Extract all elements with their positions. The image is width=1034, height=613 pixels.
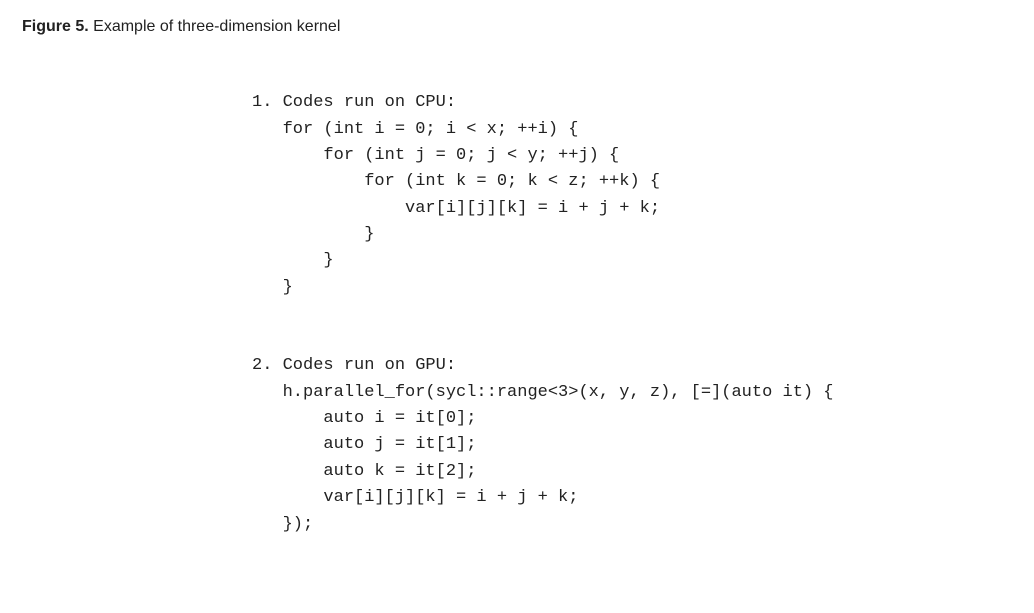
section2-title: 2. Codes run on GPU: — [252, 356, 456, 375]
code-line: }); — [252, 515, 313, 534]
code-line: } — [252, 278, 293, 297]
code-block: 1. Codes run on CPU: for (int i = 0; i <… — [252, 64, 1012, 538]
code-line: var[i][j][k] = i + j + k; — [252, 199, 660, 218]
code-line: for (int j = 0; j < y; ++j) { — [252, 146, 619, 165]
section-spacer — [252, 301, 1012, 327]
figure-caption: Figure 5. Example of three-dimension ker… — [22, 18, 1012, 36]
code-line: auto i = it[0]; — [252, 409, 476, 428]
code-line: } — [252, 225, 374, 244]
code-line: for (int k = 0; k < z; ++k) { — [252, 172, 660, 191]
code-line: var[i][j][k] = i + j + k; — [252, 488, 578, 507]
code-line: auto j = it[1]; — [252, 435, 476, 454]
section1-title: 1. Codes run on CPU: — [252, 93, 456, 112]
figure-label: Figure 5. — [22, 18, 89, 35]
figure-caption-text: Example of three-dimension kernel — [93, 18, 340, 35]
code-line: h.parallel_for(sycl::range<3>(x, y, z), … — [252, 383, 834, 402]
code-line: auto k = it[2]; — [252, 462, 476, 481]
code-line: } — [252, 251, 334, 270]
document-container: Figure 5. Example of three-dimension ker… — [0, 0, 1034, 556]
code-line: for (int i = 0; i < x; ++i) { — [252, 120, 578, 139]
